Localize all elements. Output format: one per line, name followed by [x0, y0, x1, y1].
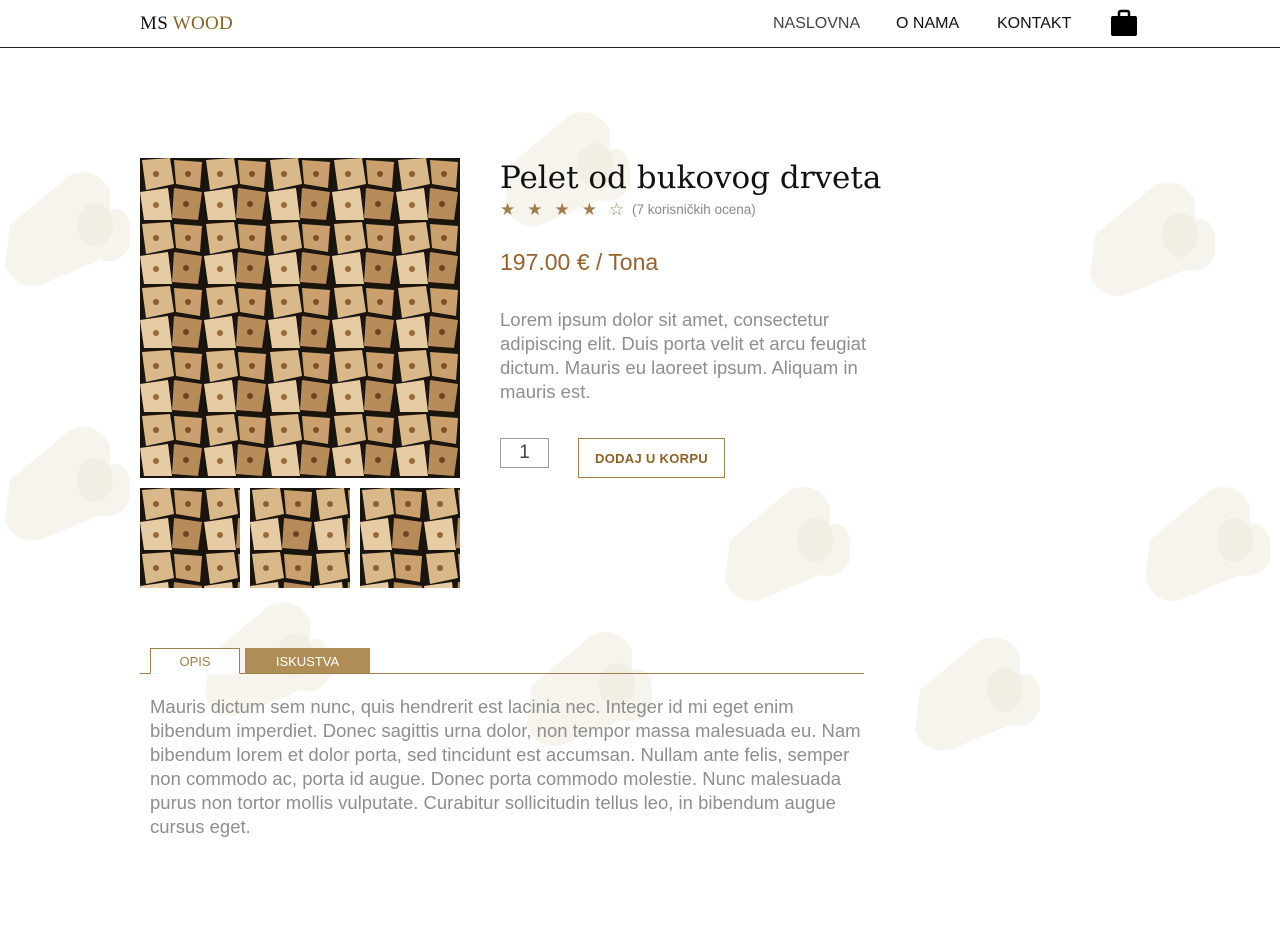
background-log-decoration — [910, 630, 1050, 760]
shopping-bag-icon[interactable] — [1110, 9, 1138, 42]
background-log-decoration — [0, 420, 140, 550]
background-log-decoration — [720, 480, 860, 610]
site-header: MS WOOD NASLOVNA O NAMA KONTAKT — [0, 0, 1280, 48]
background-log-decoration — [0, 165, 140, 295]
product-thumbnail[interactable] — [140, 488, 240, 588]
nav-link-o-nama[interactable]: O NAMA — [896, 15, 959, 33]
tab-opis[interactable]: OPIS — [150, 648, 240, 674]
product-thumbnail[interactable] — [360, 488, 460, 588]
rating-count[interactable]: (7 korisničkih ocena) — [632, 202, 756, 217]
tab-iskustva[interactable]: ISKUSTVA — [245, 648, 370, 673]
product-description: Lorem ipsum dolor sit amet, consectetur … — [500, 309, 867, 402]
product-main-image[interactable] — [140, 158, 460, 478]
tabs-divider — [140, 673, 864, 674]
site-logo[interactable]: MS WOOD — [140, 13, 233, 35]
product-thumbnail[interactable] — [250, 488, 350, 588]
product-title: Pelet od bukovog drveta — [500, 160, 882, 196]
product-price: 197.00 € / Tona — [500, 249, 659, 275]
rating-stars: ★★★★☆ — [500, 200, 637, 219]
logo-wood-text: WOOD — [172, 13, 234, 34]
background-log-decoration — [1085, 175, 1225, 305]
background-log-decoration — [1140, 480, 1280, 610]
nav-link-naslovna[interactable]: NASLOVNA — [773, 15, 860, 33]
nav-link-kontakt[interactable]: KONTAKT — [997, 15, 1071, 33]
quantity-input[interactable] — [500, 438, 549, 468]
add-to-cart-button[interactable]: DODAJ U KORPU — [578, 438, 725, 478]
tab-content-text: Mauris dictum sem nunc, quis hendrerit e… — [150, 696, 861, 837]
logo-ms-text: MS — [140, 13, 169, 34]
